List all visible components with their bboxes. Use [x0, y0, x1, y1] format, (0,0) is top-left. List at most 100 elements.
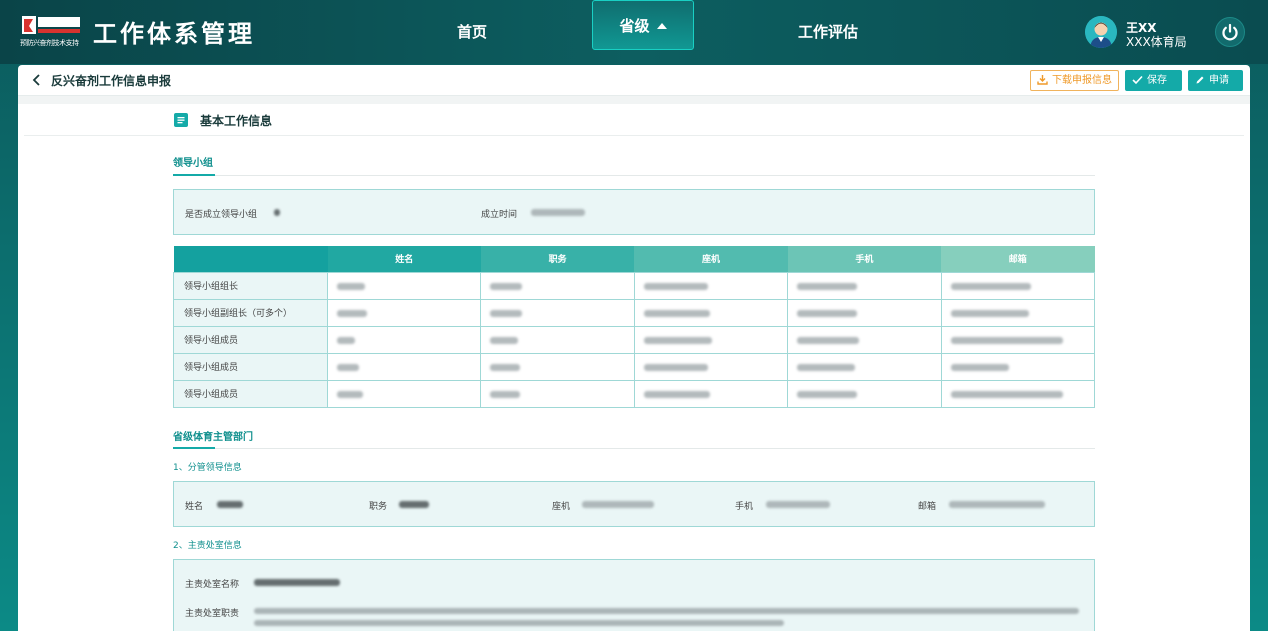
save-button[interactable]: 保存: [1125, 70, 1182, 91]
table-row: 领导小组组长: [173, 271, 1096, 300]
top-header: 预防兴奋剂技术支持 工作体系管理 首页 省级 工作评估 王XX XXX体育局: [0, 0, 1268, 64]
leader-email-value[interactable]: [949, 501, 1045, 508]
role-cell: 领导小组组长: [173, 271, 328, 300]
nav-evaluation-label: 工作评估: [797, 23, 858, 41]
name-cell[interactable]: [326, 352, 482, 381]
provincial-dept-title: 省级体育主管部门: [173, 432, 253, 443]
email-cell[interactable]: [940, 271, 1096, 300]
back-chevron-icon[interactable]: [32, 74, 42, 86]
nav-home[interactable]: 首页: [420, 0, 524, 64]
user-avatar-icon: [1085, 16, 1117, 48]
leader-mobile-label: 手机: [735, 502, 754, 512]
leader-phone-label: 座机: [552, 502, 571, 512]
document-icon: [174, 113, 188, 127]
nav-evaluation[interactable]: 工作评估: [776, 0, 880, 64]
leader-position-value[interactable]: [399, 501, 429, 508]
established-value[interactable]: [274, 209, 280, 216]
table-row: 领导小组成员: [173, 325, 1096, 354]
user-org: XXX体育局: [1126, 35, 1187, 49]
table-header-cell: 手机: [787, 246, 942, 272]
check-icon: [1132, 75, 1143, 85]
table-row: 领导小组副组长（可多个）: [173, 298, 1096, 327]
leader-name-value[interactable]: [217, 501, 243, 508]
download-label: 下载申报信息: [1052, 75, 1112, 86]
phone-cell[interactable]: [633, 379, 789, 408]
name-cell[interactable]: [326, 325, 482, 354]
leader-position-label: 职务: [369, 502, 388, 512]
position-cell[interactable]: [480, 271, 635, 300]
avatar[interactable]: [1085, 16, 1117, 48]
mobile-cell[interactable]: [787, 271, 942, 300]
phone-cell[interactable]: [633, 325, 789, 354]
name-cell[interactable]: [326, 379, 482, 408]
download-button[interactable]: 下载申报信息: [1030, 70, 1119, 91]
office-duty-value[interactable]: [254, 608, 1079, 614]
apply-label: 申请: [1209, 75, 1229, 86]
mobile-cell[interactable]: [787, 352, 942, 381]
established-time-label: 成立时间: [481, 210, 518, 220]
leader-info-box: 姓名 职务 座机 手机 邮箱: [173, 481, 1095, 527]
office-info-title: 2、主责处室信息: [173, 541, 242, 551]
leader-group-table: 姓名 职务 座机 手机 邮箱 领导小组组长 领导小组副组长（可多个） 领导小组成…: [173, 246, 1096, 408]
table-row: 领导小组成员: [173, 379, 1096, 408]
leader-group-underline: [173, 174, 1095, 176]
logo-mark-icon: [22, 16, 80, 34]
save-label: 保存: [1147, 75, 1167, 86]
mobile-cell[interactable]: [787, 298, 942, 327]
role-cell: 领导小组成员: [173, 325, 328, 354]
leader-name-label: 姓名: [185, 502, 204, 512]
content-card: 反兴奋剂工作信息申报 下载申报信息 保存 申请 基本工作信息 领导小组 是否成立…: [18, 65, 1250, 631]
logo-subtitle: 预防兴奋剂技术支持: [20, 39, 79, 47]
table-header-cell: 职务: [480, 246, 635, 272]
caret-up-icon: [656, 23, 667, 29]
provincial-dept-underline: [173, 447, 1095, 449]
established-time-value[interactable]: [531, 209, 585, 216]
office-name-label: 主责处室名称: [185, 580, 240, 590]
download-icon: [1037, 75, 1048, 85]
table-header-row: 姓名 职务 座机 手机 邮箱: [173, 246, 1095, 272]
phone-cell[interactable]: [633, 298, 789, 327]
email-cell[interactable]: [940, 352, 1096, 381]
app-title: 工作体系管理: [93, 20, 255, 48]
nav-provincial[interactable]: 省级: [592, 0, 694, 50]
apply-button[interactable]: 申请: [1188, 70, 1243, 91]
table-row: 领导小组成员: [173, 352, 1096, 381]
leader-group-status-box: 是否成立领导小组 成立时间: [173, 189, 1095, 235]
phone-cell[interactable]: [633, 271, 789, 300]
established-label: 是否成立领导小组: [185, 210, 258, 220]
leader-phone-value[interactable]: [582, 501, 654, 508]
nav-provincial-label: 省级: [619, 17, 650, 35]
name-cell[interactable]: [326, 298, 482, 327]
mobile-cell[interactable]: [787, 379, 942, 408]
position-cell[interactable]: [480, 298, 635, 327]
logo: 预防兴奋剂技术支持: [20, 14, 82, 50]
section-header: 基本工作信息: [24, 104, 1244, 136]
position-cell[interactable]: [480, 325, 635, 354]
leader-email-label: 邮箱: [918, 502, 937, 512]
office-duty-label: 主责处室职责: [185, 609, 240, 619]
table-header-cell: [173, 246, 328, 272]
leader-info-title: 1、分管领导信息: [173, 463, 242, 473]
position-cell[interactable]: [480, 379, 635, 408]
role-cell: 领导小组成员: [173, 379, 328, 408]
phone-cell[interactable]: [633, 352, 789, 381]
name-cell[interactable]: [326, 271, 482, 300]
email-cell[interactable]: [940, 298, 1096, 327]
email-cell[interactable]: [940, 379, 1096, 408]
leader-group-title: 领导小组: [173, 158, 213, 169]
nav-home-label: 首页: [456, 23, 487, 41]
table-header-cell: 邮箱: [941, 246, 1095, 272]
position-cell[interactable]: [480, 352, 635, 381]
email-cell[interactable]: [940, 325, 1096, 354]
office-duty-value-line2[interactable]: [254, 620, 784, 626]
section-title: 基本工作信息: [200, 114, 273, 128]
leader-mobile-value[interactable]: [766, 501, 830, 508]
page-toolbar: 反兴奋剂工作信息申报 下载申报信息 保存 申请: [18, 65, 1250, 96]
mobile-cell[interactable]: [787, 325, 942, 354]
page-title: 反兴奋剂工作信息申报: [51, 74, 172, 88]
office-name-value[interactable]: [254, 579, 340, 586]
logout-button[interactable]: [1215, 17, 1245, 47]
role-cell: 领导小组副组长（可多个）: [173, 298, 328, 327]
table-header-cell: 座机: [634, 246, 788, 272]
role-cell: 领导小组成员: [173, 352, 328, 381]
